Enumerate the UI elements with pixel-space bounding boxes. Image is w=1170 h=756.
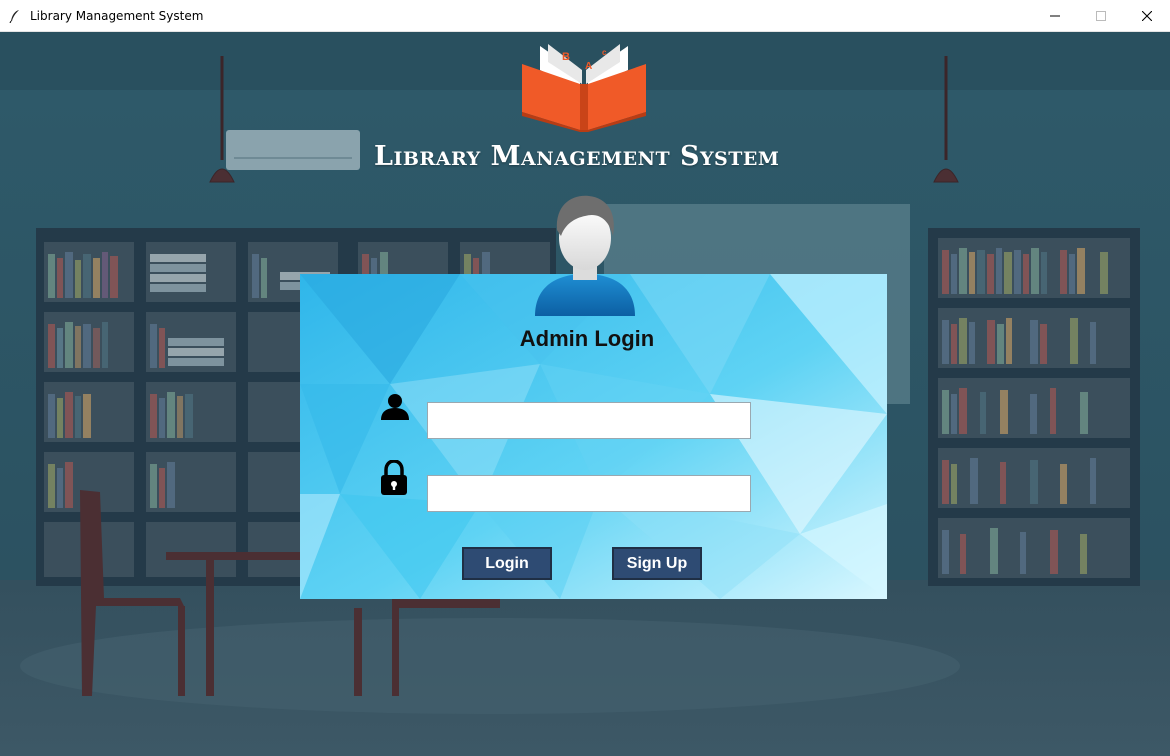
user-icon xyxy=(381,394,409,420)
login-button[interactable]: Login xyxy=(462,547,552,580)
login-title: Admin Login xyxy=(519,326,655,351)
feather-icon xyxy=(0,0,30,32)
window-title: Library Management System xyxy=(30,8,204,23)
minimize-icon[interactable] xyxy=(1032,0,1078,32)
library-background: B A c Library Management System Admin Lo… xyxy=(0,32,1170,756)
window-titlebar: Library Management System xyxy=(0,0,1170,32)
username-input[interactable] xyxy=(427,402,751,439)
book-logo-icon: B A c xyxy=(522,44,646,132)
admin-avatar-icon xyxy=(535,195,635,316)
lock-icon xyxy=(381,460,407,495)
maximize-icon[interactable] xyxy=(1078,0,1124,32)
close-icon[interactable] xyxy=(1124,0,1170,32)
logo-letter-a: A xyxy=(585,61,592,72)
password-input[interactable] xyxy=(427,475,751,512)
signup-button[interactable]: Sign Up xyxy=(612,547,702,580)
logo-letter-c: c xyxy=(602,48,607,57)
logo-letter-b: B xyxy=(562,51,570,63)
app-heading: Library Management System xyxy=(374,141,780,172)
